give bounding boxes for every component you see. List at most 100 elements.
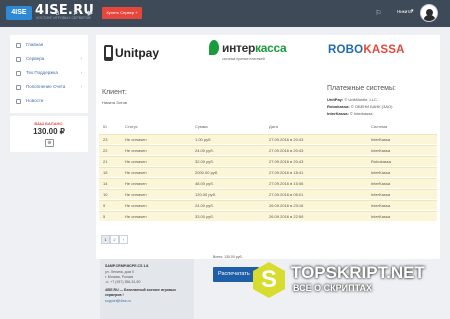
home-icon — [16, 43, 21, 48]
interkassa-subtitle: система приема платежей — [222, 57, 265, 61]
cell-id: 5 — [103, 214, 106, 219]
cell-system: InterKassa — [371, 203, 391, 208]
table-row: 5 Не оплачен 33.00 руб. 26.09.2016 в 22:59 I… — [99, 211, 437, 221]
add-funds-icon[interactable]: ⊕ — [45, 139, 54, 147]
telegram-icon[interactable]: ➤ — [71, 9, 80, 18]
cell-date: 26.09.2016 в 22:59 — [269, 214, 304, 219]
chevron-right-icon: › — [80, 70, 83, 75]
cell-status: Не оплачен — [125, 203, 147, 208]
system-line: Robokassa: © ОБЕНИ БАНК (ЗАО) — [327, 104, 392, 109]
cell-id: 10 — [103, 192, 108, 197]
cell-date: 26.09.2016 в 23:16 — [269, 203, 304, 208]
balance-value: 130.00 ₽ — [33, 127, 65, 136]
sidebar-item-label: Тех.Поддержка — [26, 70, 58, 75]
cell-amount: 48.00 руб. — [195, 181, 214, 186]
cell-status: Не оплачен — [125, 159, 147, 164]
cell-amount: 120.00 руб. — [195, 192, 216, 197]
buy-server-button[interactable]: Купить Сервер + — [102, 7, 142, 19]
footer-email-link[interactable]: support@4ise.ru — [105, 299, 131, 303]
top-bar: 4ISE 4ISE.RU ХОСТИНГ ИГРОВЫХ СЕРВЕРОВ в … — [0, 0, 450, 27]
system-line: InterKassa: © Interkassa — [327, 111, 372, 116]
system-name: UnitPay: — [327, 97, 344, 102]
cell-amount: 2000.00 руб. — [195, 170, 219, 175]
topskript-watermark: S TOPSKRIPT.NET ВСЕ О СКРИПТАХ — [249, 258, 445, 306]
sidebar-nav: Главная Сервера › Тех.Поддержка › Пополн… — [10, 35, 88, 113]
footer-city: г. Москва, Россия — [105, 275, 134, 279]
wallet-icon — [16, 85, 21, 90]
vk-icon[interactable]: в — [53, 9, 62, 18]
leaf-icon — [209, 40, 219, 55]
sidebar-item-news[interactable]: Новости — [10, 95, 88, 109]
client-title: Клиент: — [102, 89, 127, 96]
cell-status: Не оплачен — [125, 137, 147, 142]
table-row: 21 Не оплачен 32.00 руб. 27.09.2016 в 20:43… — [99, 156, 437, 166]
avatar[interactable] — [420, 4, 438, 22]
table-row: 23 Не оплачен 1.00 руб. 27.09.2016 в 20:43 I… — [99, 134, 437, 144]
cell-status: Не оплачен — [125, 170, 147, 175]
cell-amount: 24.00 руб. — [195, 203, 214, 208]
chevron-down-icon[interactable]: ▾ — [411, 8, 414, 14]
watermark-letter: S — [260, 266, 277, 293]
robokassa-logo[interactable]: ROBOKASSA — [328, 44, 405, 56]
page-2-button[interactable]: 2 — [110, 235, 119, 244]
sidebar-item-servers[interactable]: Сервера › — [10, 53, 88, 67]
table-row: 22 Не оплачен 24.00 руб. 27.09.2016 в 20:43… — [99, 145, 437, 155]
next-page-button[interactable]: › — [119, 235, 128, 244]
cell-status: Не оплачен — [125, 214, 147, 219]
system-value: © ОБЕНИ БАНК (ЗАО) — [350, 104, 393, 109]
footer-contacts: SAMP.CRMP.MCPE.CS 1.6. ул. Ленина, дом 0… — [100, 259, 194, 319]
table-row: 15 Не оплачен 2000.00 руб. 27.09.2016 в 18:… — [99, 167, 437, 177]
robo-main: ROBO — [328, 44, 364, 56]
cell-status: Не оплачен — [125, 192, 147, 197]
cell-amount: 32.00 руб. — [195, 159, 214, 164]
column-header-amount: Сумма — [195, 124, 208, 129]
table-header-row: ID Статус Сумма Дата Система — [99, 122, 437, 132]
cell-amount: 1.00 руб. — [195, 137, 212, 142]
notifications-icon[interactable]: ⚐ — [374, 9, 383, 18]
cell-status: Не оплачен — [125, 181, 147, 186]
cell-id: 21 — [103, 159, 108, 164]
unitpay-text: Unitpay — [115, 46, 160, 60]
interkassa-main: интер — [222, 41, 256, 55]
support-icon — [16, 71, 21, 76]
unitpay-logo[interactable]: Unitpay — [104, 44, 164, 64]
user-name[interactable]: Никита — [397, 9, 412, 14]
sidebar-item-support[interactable]: Тех.Поддержка › — [10, 67, 88, 81]
footer-phone: ☏ +7 (937) 356-31-50 — [105, 280, 141, 284]
column-header-status: Статус — [125, 124, 138, 129]
interkassa-accent: касса — [255, 41, 287, 55]
cell-date: 27.09.2016 в 05:01 — [269, 192, 304, 197]
phone-icon — [104, 45, 113, 61]
logo-mark: 4ISE — [6, 6, 32, 20]
page-1-button[interactable]: 1 — [101, 235, 110, 244]
cell-system: InterKassa — [371, 137, 391, 142]
chevron-right-icon: › — [80, 56, 83, 61]
watermark-title: TOPSKRIPT.NET — [291, 263, 425, 282]
cell-id: 15 — [103, 170, 108, 175]
total-amount: Всего: 130.00 руб. — [213, 255, 243, 259]
cell-system: InterKassa — [371, 148, 391, 153]
cell-system: Robokassa — [371, 159, 392, 164]
sidebar-item-label: Главная — [26, 42, 44, 47]
table-row: 10 Не оплачен 120.00 руб. 27.09.2016 в 05:0… — [99, 189, 437, 199]
footer-about-2: серверов ! — [105, 293, 124, 297]
system-value: © Interkassa — [349, 111, 373, 116]
sidebar-item-home[interactable]: Главная — [10, 39, 88, 53]
cell-date: 27.09.2016 в 20:43 — [269, 137, 304, 142]
balance-label: ВАШ БАЛАНС: — [34, 121, 64, 126]
footer-address: ул. Ленина, дом 0 — [105, 270, 134, 274]
cell-date: 27.09.2016 в 18:41 — [269, 170, 304, 175]
youtube-icon[interactable]: ▶ — [86, 9, 95, 18]
cell-system: InterKassa — [371, 170, 391, 175]
balance-panel: ВАШ БАЛАНС: 130.00 ₽ ⊕ — [10, 116, 88, 152]
cell-amount: 33.00 руб. — [195, 214, 214, 219]
table-row: 9 Не оплачен 24.00 руб. 26.09.2016 в 23:16 I… — [99, 200, 437, 210]
cell-id: 9 — [103, 203, 106, 208]
cell-id: 14 — [103, 181, 108, 186]
news-icon — [16, 99, 21, 104]
sidebar-item-topup[interactable]: Пополнение Счета › — [10, 81, 88, 95]
interkassa-logo[interactable]: интеркасса система приема платежей — [209, 40, 289, 70]
brand-tagline: ХОСТИНГ ИГРОВЫХ СЕРВЕРОВ — [36, 16, 91, 20]
cell-system: InterKassa — [371, 181, 391, 186]
sidebar-item-label: Пополнение Счета — [26, 84, 66, 89]
